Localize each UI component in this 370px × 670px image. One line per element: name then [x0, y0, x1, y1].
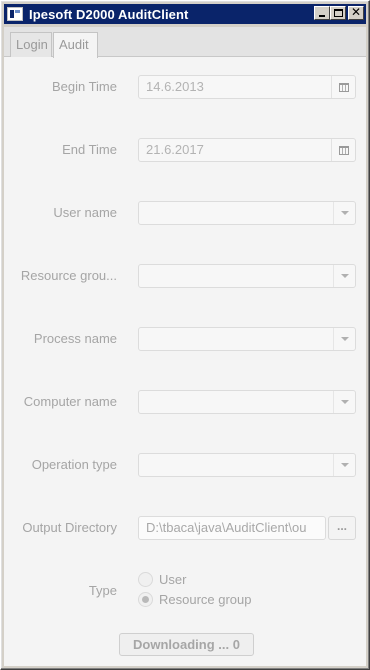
- begin-time-row: Begin Time 14.6.2013: [4, 75, 366, 99]
- process-name-combo[interactable]: [138, 327, 356, 351]
- type-option-resource-group[interactable]: Resource group: [138, 589, 252, 609]
- user-name-combo[interactable]: [138, 201, 356, 225]
- client-area: Login Audit Begin Time 14.6.2013 End Tim…: [4, 27, 366, 666]
- resource-group-dropdown-button[interactable]: [333, 265, 355, 287]
- chevron-down-icon: [341, 337, 349, 341]
- operation-type-dropdown-button[interactable]: [333, 454, 355, 476]
- window-title: Ipesoft D2000 AuditClient: [29, 6, 189, 22]
- minimize-button[interactable]: [314, 6, 330, 20]
- end-time-calendar-button[interactable]: [331, 139, 355, 161]
- begin-time-value: 14.6.2013: [146, 79, 204, 94]
- chevron-down-icon: [341, 400, 349, 404]
- output-directory-label: Output Directory: [22, 520, 117, 535]
- window-controls: ✕: [314, 5, 364, 20]
- type-option-user-label: User: [159, 571, 187, 587]
- operation-type-combo[interactable]: [138, 453, 356, 477]
- output-directory-row: Output Directory D:\tbaca\java\AuditClie…: [4, 516, 366, 540]
- title-bar[interactable]: Ipesoft D2000 AuditClient ✕: [4, 4, 366, 24]
- chevron-down-icon: [341, 274, 349, 278]
- begin-time-calendar-button[interactable]: [331, 76, 355, 98]
- tab-audit[interactable]: Audit: [53, 32, 98, 58]
- minimize-icon: [319, 15, 325, 17]
- type-option-resource-group-label: Resource group: [159, 591, 252, 607]
- resource-group-row: Resource grou...: [4, 264, 366, 288]
- process-name-row: Process name: [4, 327, 366, 351]
- end-time-row: End Time 21.6.2017: [4, 138, 366, 162]
- process-name-label: Process name: [33, 331, 117, 346]
- output-directory-value: D:\tbaca\java\AuditClient\ou: [146, 520, 307, 535]
- chevron-down-icon: [341, 211, 349, 215]
- download-button[interactable]: Downloading ... 0: [119, 633, 254, 656]
- process-name-dropdown-button[interactable]: [333, 328, 355, 350]
- chevron-down-icon: [341, 463, 349, 467]
- operation-type-row: Operation type: [4, 453, 366, 477]
- computer-name-label: Computer name: [23, 394, 117, 409]
- begin-time-field[interactable]: 14.6.2013: [138, 75, 356, 99]
- computer-name-dropdown-button[interactable]: [333, 391, 355, 413]
- calendar-icon: [339, 146, 349, 155]
- maximize-button[interactable]: [330, 6, 346, 20]
- end-time-field[interactable]: 21.6.2017: [138, 138, 356, 162]
- radio-button-resource-group[interactable]: [138, 591, 153, 607]
- computer-name-combo[interactable]: [138, 390, 356, 414]
- resource-group-label: Resource grou...: [20, 268, 117, 283]
- user-name-label: User name: [53, 205, 117, 220]
- app-icon: [7, 7, 23, 21]
- user-name-dropdown-button[interactable]: [333, 202, 355, 224]
- maximize-icon: [334, 9, 343, 17]
- tab-bar: Login Audit: [4, 27, 366, 58]
- output-directory-field[interactable]: D:\tbaca\java\AuditClient\ou: [138, 516, 326, 540]
- operation-type-label: Operation type: [31, 457, 117, 472]
- computer-name-row: Computer name: [4, 390, 366, 414]
- user-name-row: User name: [4, 201, 366, 225]
- app-window: Ipesoft D2000 AuditClient ✕ Login Audit …: [0, 0, 370, 670]
- end-time-label: End Time: [62, 142, 117, 157]
- end-time-value: 21.6.2017: [146, 142, 204, 157]
- close-icon: ✕: [350, 5, 362, 19]
- browse-button[interactable]: ...: [328, 516, 356, 540]
- tab-login[interactable]: Login: [10, 32, 52, 57]
- calendar-icon: [339, 83, 349, 92]
- type-label: Type: [88, 583, 117, 598]
- resource-group-combo[interactable]: [138, 264, 356, 288]
- close-button[interactable]: ✕: [348, 5, 364, 20]
- type-row: Type User Resource group: [4, 569, 366, 609]
- type-option-user[interactable]: User: [138, 569, 252, 589]
- begin-time-label: Begin Time: [51, 79, 117, 94]
- radio-button-user[interactable]: [138, 571, 153, 587]
- type-radio-group: User Resource group: [138, 569, 252, 609]
